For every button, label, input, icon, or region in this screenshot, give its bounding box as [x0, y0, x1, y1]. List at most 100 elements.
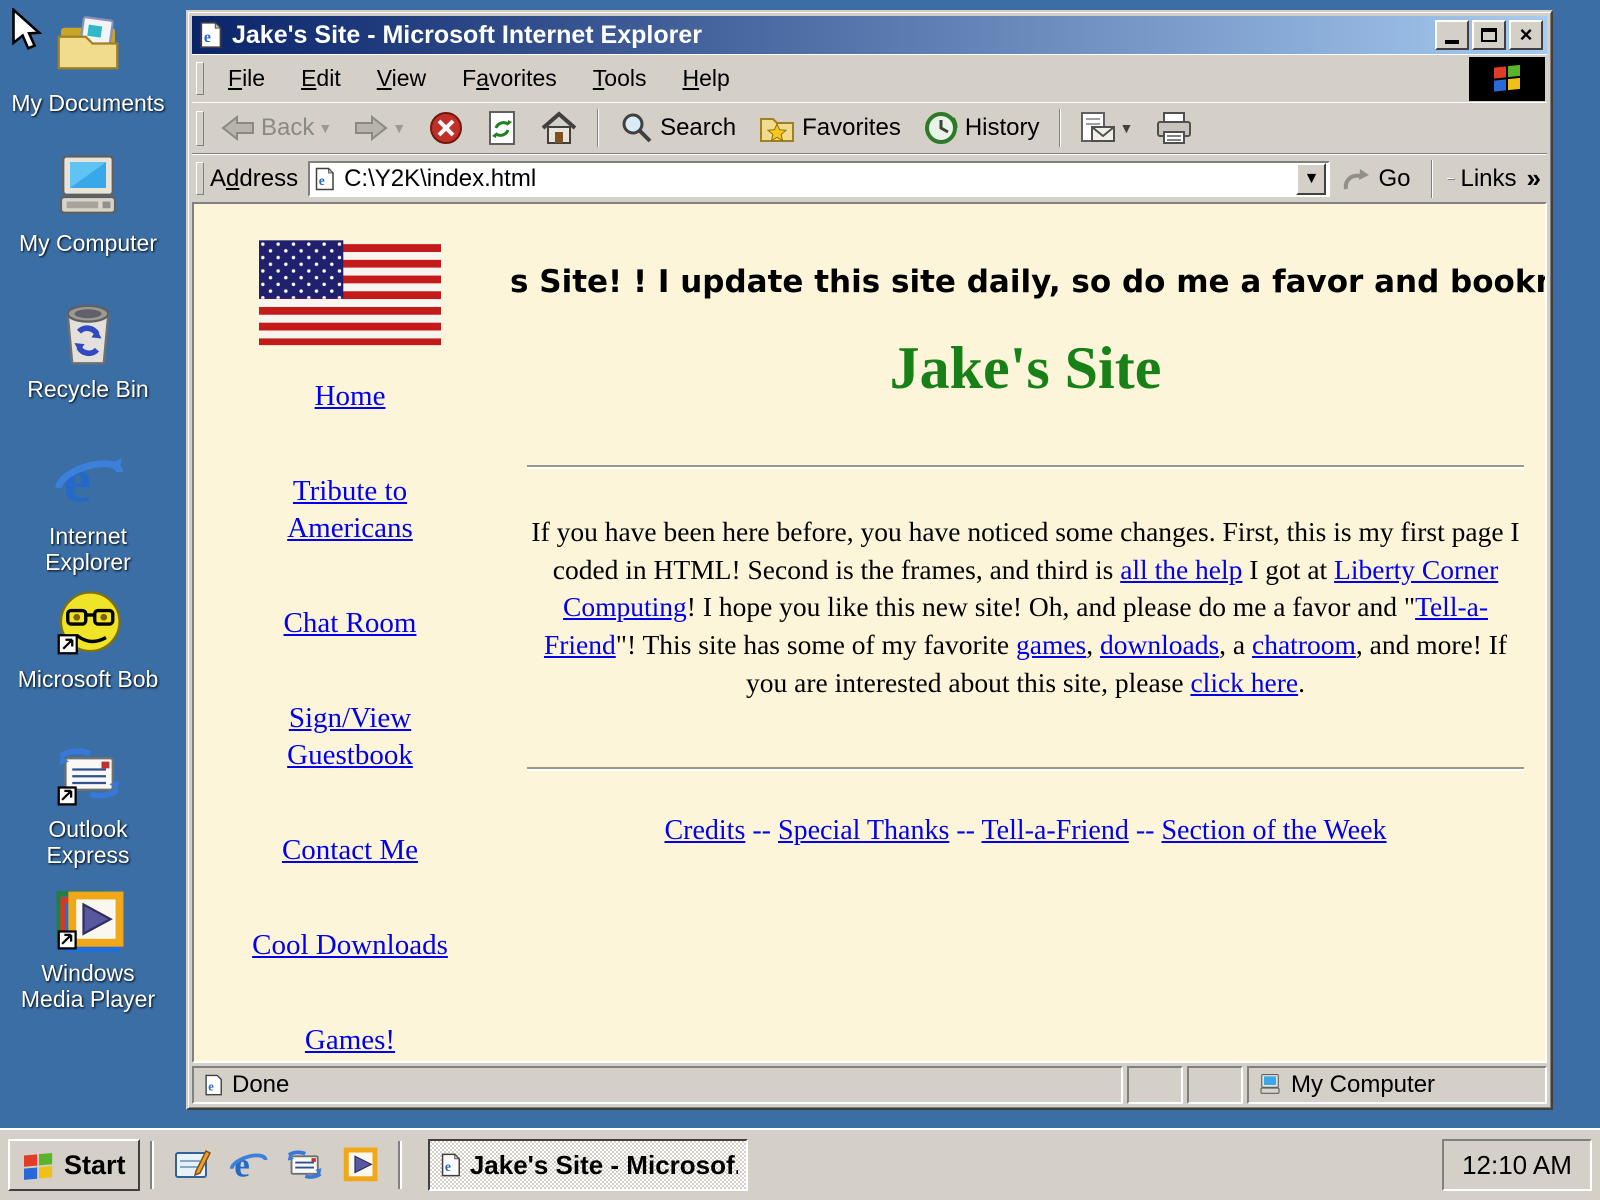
status-message-pane: e Done [192, 1066, 1123, 1104]
internet-explorer-icon: e [52, 445, 124, 517]
my-documents-icon [52, 12, 124, 84]
desktop-icon-recycle-bin[interactable]: Recycle Bin [8, 298, 168, 402]
liberty-corner-computing-link[interactable]: Liberty Corner Computing [563, 554, 1498, 623]
games-link[interactable]: games [1016, 629, 1086, 660]
maximize-button[interactable] [1472, 20, 1506, 50]
click-here-link[interactable]: click here [1190, 667, 1298, 698]
footer-separator: -- [745, 815, 778, 846]
back-dropdown-icon[interactable]: ▼ [318, 120, 332, 136]
desktop-icon-my-documents[interactable]: My Documents [8, 12, 168, 116]
quicklaunch-outlook-express[interactable] [282, 1143, 326, 1187]
chatroom-link[interactable]: chatroom [1252, 629, 1356, 660]
status-page-icon: e [202, 1073, 224, 1097]
desktop-icon-label: Microsoft Bob [18, 666, 159, 692]
footer-link-tell-a-friend-footer[interactable]: Tell-a-Friend [982, 815, 1129, 846]
home-button[interactable] [530, 104, 588, 152]
back-button[interactable]: Back ▼ [211, 107, 342, 149]
system-tray-clock[interactable]: 12:10 AM [1442, 1139, 1592, 1191]
quicklaunch-media-player[interactable] [338, 1143, 382, 1187]
menu-view[interactable]: View [359, 59, 444, 98]
close-button[interactable]: × [1509, 20, 1543, 50]
menu-favorites[interactable]: Favorites [444, 59, 575, 98]
desktop-icon-internet-explorer[interactable]: e Internet Explorer [8, 445, 168, 576]
links-chevron-icon[interactable]: » [1527, 163, 1541, 194]
all-the-help-link[interactable]: all the help [1120, 554, 1242, 585]
forward-dropdown-icon[interactable]: ▼ [392, 120, 406, 136]
stop-button[interactable] [418, 104, 474, 152]
address-dropdown-button[interactable]: ▼ [1296, 163, 1326, 195]
desktop-icon-outlook-express[interactable]: Outlook Express [8, 738, 168, 869]
nav-link-chat-room[interactable]: Chat Room [284, 605, 417, 643]
nav-link-tribute-to-americans[interactable]: Tribute to Americans [287, 473, 413, 548]
task-page-icon: e [438, 1151, 462, 1179]
footer-separator: -- [1129, 815, 1162, 846]
quicklaunch-internet-explorer[interactable]: e [226, 1143, 270, 1187]
desktop-icon-microsoft-bob[interactable]: Microsoft Bob [8, 588, 168, 692]
downloads-link[interactable]: downloads [1100, 629, 1219, 660]
menu-grip[interactable] [196, 62, 204, 95]
internet-explorer-icon: e [228, 1145, 268, 1185]
show-desktop-icon [172, 1145, 212, 1185]
windows-media-player-icon [340, 1145, 380, 1185]
outlook-express-icon [52, 738, 124, 810]
links-label: Links [1461, 165, 1517, 193]
forward-icon [354, 113, 388, 143]
nav-link-games[interactable]: Games! [305, 1022, 395, 1060]
print-button[interactable] [1145, 105, 1203, 151]
menu-file[interactable]: File [210, 59, 283, 98]
footer-link-special-thanks[interactable]: Special Thanks [778, 815, 949, 846]
back-label: Back [261, 114, 314, 142]
my-computer-icon [52, 152, 124, 224]
task-label: Jake's Site - Microsof... [470, 1150, 738, 1181]
address-input[interactable]: e C:\Y2K\index.html ▼ [308, 161, 1330, 197]
footer-separator: -- [949, 815, 981, 846]
quicklaunch-show-desktop[interactable] [170, 1143, 214, 1187]
main-frame: s Site! ! I update this site daily, so d… [506, 204, 1545, 1061]
search-button[interactable]: Search [608, 104, 746, 152]
mail-dropdown-icon[interactable]: ▼ [1120, 120, 1134, 136]
desktop-icon-label: My Computer [19, 230, 157, 256]
status-text: Done [232, 1071, 289, 1099]
menu-tools[interactable]: Tools [575, 59, 665, 98]
desktop-icon-label: Windows Media Player [21, 960, 155, 1013]
footer-link-section-of-the-week[interactable]: Section of the Week [1161, 815, 1386, 846]
favorites-button[interactable]: Favorites [748, 105, 911, 151]
desktop: My Documents My Computer Recycle Bin e [0, 0, 1600, 1200]
outlook-express-icon [284, 1145, 324, 1185]
links-grip[interactable] [1447, 178, 1455, 180]
chevron-down-icon: ▼ [1304, 170, 1320, 188]
footer-link-credits[interactable]: Credits [664, 815, 745, 846]
refresh-button[interactable] [476, 104, 528, 152]
nav-link-home[interactable]: Home [315, 378, 386, 416]
desktop-icon-windows-media-player[interactable]: Windows Media Player [8, 882, 168, 1013]
nav-link-contact-me[interactable]: Contact Me [282, 832, 418, 870]
taskbar-task-jakes-site[interactable]: e Jake's Site - Microsof... [428, 1139, 748, 1191]
print-icon [1155, 111, 1193, 145]
nav-link-cool-downloads[interactable]: Cool Downloads [252, 927, 448, 965]
address-label: Address [210, 165, 298, 193]
ie-window: e Jake's Site - Microsoft Internet Explo… [186, 10, 1553, 1110]
address-grip[interactable] [196, 162, 204, 195]
windows-logo-icon [22, 1150, 56, 1180]
mail-button[interactable]: ▼ [1070, 105, 1144, 151]
title-bar[interactable]: e Jake's Site - Microsoft Internet Explo… [192, 16, 1547, 54]
history-button[interactable]: History [913, 104, 1050, 152]
start-button[interactable]: Start [8, 1139, 140, 1191]
menu-edit[interactable]: Edit [283, 59, 359, 98]
toolbar-grip[interactable] [196, 111, 204, 146]
minimize-button[interactable] [1435, 20, 1469, 50]
browser-viewport: Home Tribute to Americans Chat Room Sign/Vi… [192, 202, 1547, 1063]
menu-help[interactable]: Help [664, 59, 747, 98]
intro-paragraph: If you have been here before, you have n… [526, 513, 1526, 701]
forward-button[interactable]: ▼ [344, 107, 416, 149]
go-button[interactable]: Go [1330, 165, 1422, 193]
page-nav: Home Tribute to Americans Chat Room Sign/Vi… [210, 378, 490, 1063]
horizontal-rule [527, 465, 1524, 469]
links-bar[interactable]: Links » [1441, 163, 1548, 194]
nav-frame: Home Tribute to Americans Chat Room Sign/Vi… [194, 204, 506, 1061]
marquee-text: s Site! ! I update this site daily, so d… [506, 264, 1545, 312]
toolbar-separator [597, 109, 599, 147]
search-icon [618, 110, 654, 146]
nav-link-sign-view-guestbook[interactable]: Sign/View Guestbook [287, 700, 413, 775]
desktop-icon-my-computer[interactable]: My Computer [8, 152, 168, 256]
